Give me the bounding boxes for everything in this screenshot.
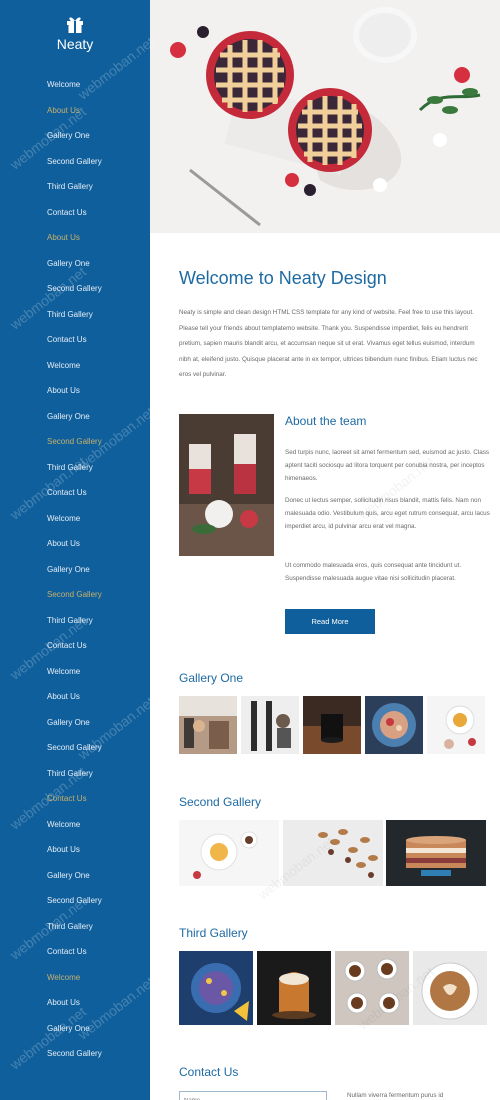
- gallery-image[interactable]: [386, 820, 486, 886]
- nav-item[interactable]: Welcome: [47, 358, 102, 384]
- team-title: About the team: [285, 414, 367, 428]
- nav-item[interactable]: Gallery One: [47, 1021, 102, 1047]
- team-paragraph: Sed turpis nunc, laoreet sit amet fermen…: [285, 449, 490, 482]
- team-image: [179, 414, 274, 556]
- nav-item[interactable]: Gallery One: [47, 256, 102, 282]
- nav-item[interactable]: Contact Us: [47, 791, 102, 817]
- nav-item[interactable]: About Us: [47, 536, 102, 562]
- nav-item[interactable]: Contact Us: [47, 332, 102, 358]
- hero-image: [150, 0, 500, 233]
- gallery-image[interactable]: [179, 951, 253, 1025]
- page-title: Welcome to Neaty Design: [179, 268, 387, 288]
- nav-item[interactable]: About Us: [47, 383, 102, 409]
- nav-item[interactable]: About Us: [47, 103, 102, 129]
- team-paragraph: Donec ut lectus semper, sollicitudin ris…: [285, 497, 490, 530]
- nav-item[interactable]: Gallery One: [47, 715, 102, 741]
- nav-item[interactable]: Third Gallery: [47, 460, 102, 486]
- gift-icon: [67, 17, 83, 33]
- nav-item[interactable]: Second Gallery: [47, 281, 102, 307]
- gallery-image[interactable]: [427, 696, 485, 754]
- nav-item[interactable]: Gallery One: [47, 128, 102, 154]
- gallery-image[interactable]: [257, 951, 331, 1025]
- nav-item[interactable]: Contact Us: [47, 205, 102, 231]
- nav-item[interactable]: Welcome: [47, 817, 102, 843]
- nav-item[interactable]: Welcome: [47, 970, 102, 996]
- nav-item[interactable]: Third Gallery: [47, 613, 102, 639]
- nav-item[interactable]: Third Gallery: [47, 307, 102, 333]
- nav-item[interactable]: Second Gallery: [47, 587, 102, 613]
- nav-item[interactable]: Gallery One: [47, 562, 102, 588]
- logo[interactable]: Neaty: [0, 14, 150, 52]
- nav-item[interactable]: Second Gallery: [47, 154, 102, 180]
- nav-item[interactable]: Welcome: [47, 511, 102, 537]
- nav-item[interactable]: Gallery One: [47, 868, 102, 894]
- gallery-image[interactable]: [283, 820, 383, 886]
- gallery-image[interactable]: [413, 951, 487, 1025]
- third-gallery-title: Third Gallery: [179, 926, 248, 940]
- nav-item[interactable]: Third Gallery: [47, 179, 102, 205]
- nav-item[interactable]: Contact Us: [47, 485, 102, 511]
- nav-item[interactable]: Welcome: [47, 664, 102, 690]
- nav-item[interactable]: Second Gallery: [47, 893, 102, 919]
- nav-item[interactable]: About Us: [47, 230, 102, 256]
- nav-item[interactable]: About Us: [47, 842, 102, 868]
- gallery-image[interactable]: [365, 696, 423, 754]
- gallery-image[interactable]: [335, 951, 409, 1025]
- read-more-button[interactable]: Read More: [285, 609, 375, 634]
- team-paragraph: Ut commodo malesuada eros, quis consequa…: [285, 562, 462, 582]
- nav-item[interactable]: Contact Us: [47, 944, 102, 970]
- second-gallery-title: Second Gallery: [179, 795, 262, 809]
- contact-title: Contact Us: [179, 1065, 239, 1079]
- sidebar: Neaty Welcome About Us Gallery One Second G…: [0, 0, 150, 1100]
- name-input[interactable]: [179, 1091, 327, 1100]
- nav-item[interactable]: Second Gallery: [47, 434, 102, 460]
- gallery-image[interactable]: [179, 696, 237, 754]
- nav-item[interactable]: Third Gallery: [47, 766, 102, 792]
- nav-item[interactable]: Welcome: [47, 77, 102, 103]
- nav-item[interactable]: Gallery One: [47, 409, 102, 435]
- intro-text: Neaty is simple and clean design HTML CS…: [179, 309, 478, 378]
- nav-item[interactable]: Contact Us: [47, 638, 102, 664]
- nav-item[interactable]: Third Gallery: [47, 919, 102, 945]
- nav-item[interactable]: About Us: [47, 995, 102, 1021]
- gallery-one-title: Gallery One: [179, 671, 244, 685]
- sidebar-nav: Welcome About Us Gallery One Second Gallery…: [47, 77, 102, 1072]
- gallery-image[interactable]: [179, 820, 279, 886]
- brand-name: Neaty: [56, 36, 94, 52]
- nav-item[interactable]: About Us: [47, 689, 102, 715]
- gallery-image[interactable]: [241, 696, 299, 754]
- gallery-image[interactable]: [303, 696, 361, 754]
- nav-item[interactable]: Second Gallery: [47, 1046, 102, 1072]
- nav-item[interactable]: Second Gallery: [47, 740, 102, 766]
- contact-text: Nullam viverra fermentum purus id: [347, 1092, 444, 1099]
